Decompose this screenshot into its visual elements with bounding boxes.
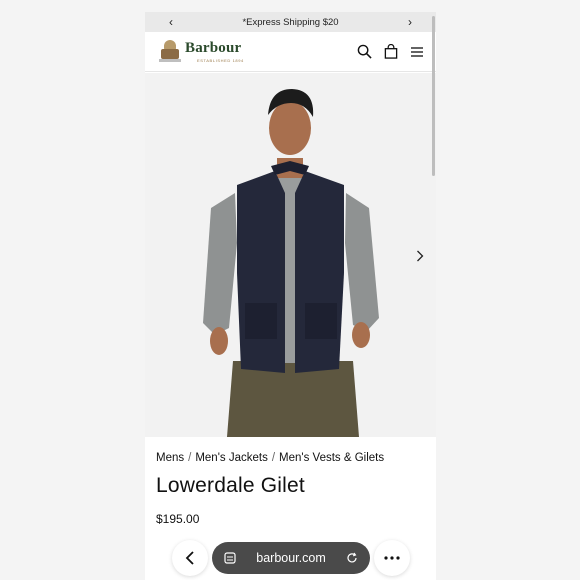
phone-screen: ‹ *Express Shipping $20 › Barbour ESTABL… xyxy=(145,12,436,580)
site-header: Barbour ESTABLISHED 1894 xyxy=(145,32,436,72)
page-scrollbar[interactable] xyxy=(432,16,435,176)
product-image[interactable] xyxy=(145,73,436,437)
gallery-next-icon[interactable] xyxy=(416,249,424,267)
brand-name: Barbour xyxy=(185,40,242,56)
breadcrumb-item-vests-gilets[interactable]: Men's Vests & Gilets xyxy=(279,452,384,464)
promo-banner: ‹ *Express Shipping $20 › xyxy=(145,12,436,32)
url-text: barbour.com xyxy=(256,551,326,565)
brand-tagline: ESTABLISHED 1894 xyxy=(197,58,244,63)
promo-text: *Express Shipping $20 xyxy=(242,16,339,28)
chevron-left-icon xyxy=(185,551,194,565)
screenshot-stage: ‹ *Express Shipping $20 › Barbour ESTABL… xyxy=(0,0,580,580)
more-dots-icon xyxy=(384,556,400,560)
browser-bottom-toolbar: barbour.com xyxy=(172,540,412,576)
model-wearing-gilet-image xyxy=(145,73,436,437)
breadcrumb-item-mens[interactable]: Mens xyxy=(156,452,184,464)
brand-logo[interactable]: Barbour ESTABLISHED 1894 xyxy=(159,40,244,64)
shopping-bag-icon[interactable] xyxy=(384,44,398,59)
search-icon[interactable] xyxy=(357,44,372,59)
reload-icon[interactable] xyxy=(346,552,358,564)
product-price: $195.00 xyxy=(156,512,200,526)
tabs-icon[interactable] xyxy=(224,552,236,564)
menu-icon[interactable] xyxy=(410,46,424,58)
product-title: Lowerdale Gilet xyxy=(156,474,305,497)
more-options-button[interactable] xyxy=(374,540,410,576)
breadcrumb-item-mens-jackets[interactable]: Men's Jackets xyxy=(195,452,268,464)
promo-next-icon[interactable]: › xyxy=(408,16,412,28)
royal-warrant-crest-icon xyxy=(159,40,181,64)
address-bar[interactable]: barbour.com xyxy=(212,542,370,574)
back-button[interactable] xyxy=(172,540,208,576)
breadcrumb: Mens / Men's Jackets / Men's Vests & Gilets xyxy=(156,452,385,464)
